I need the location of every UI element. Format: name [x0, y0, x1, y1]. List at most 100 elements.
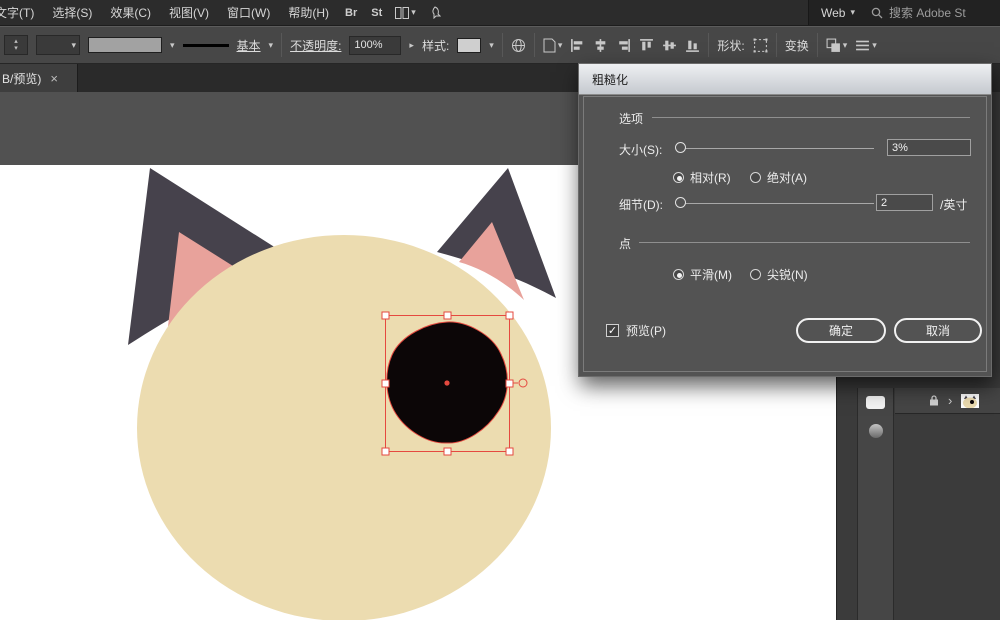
bounding-box-icon — [753, 38, 768, 53]
brush-definition-link[interactable]: 基本 — [237, 37, 261, 54]
stock-button[interactable]: St — [364, 7, 389, 19]
align-bottom-icon — [685, 38, 700, 53]
detail-slider-knob[interactable] — [675, 197, 686, 208]
size-slider-track[interactable] — [681, 148, 874, 149]
points-section-label: 点 — [619, 235, 631, 252]
dialog-body: 选项 大小(S): 相对(R) 绝对(A) 细节(D): /英寸 点 — [583, 96, 987, 372]
workspace-switcher[interactable]: Web ▾ — [821, 6, 855, 20]
stroke-color-swatch[interactable] — [88, 37, 162, 53]
ok-button[interactable]: 确定 — [796, 318, 886, 343]
fill-dropdown[interactable]: ▾ — [36, 35, 80, 55]
preview-checkbox[interactable]: ✓ 预览(P) — [606, 322, 666, 339]
absolute-radio[interactable]: 绝对(A) — [750, 169, 807, 186]
stock-search[interactable]: 搜索 Adobe St — [871, 4, 966, 21]
bridge-button[interactable]: Br — [338, 7, 364, 19]
relative-radio[interactable]: 相对(R) — [673, 169, 731, 186]
stroke-weight-preview[interactable] — [183, 44, 229, 47]
dialog-title: 粗糙化 — [592, 71, 628, 88]
menu-bar-right: Web ▾ 搜索 Adobe St — [808, 0, 1000, 25]
menu-view[interactable]: 视图(V) — [160, 4, 218, 21]
stepper-down-icon[interactable]: ▾ — [14, 45, 18, 52]
radio-icon[interactable] — [750, 269, 761, 280]
swatches-panel-icon[interactable] — [869, 424, 883, 438]
close-icon[interactable]: × — [50, 71, 58, 86]
divider — [776, 33, 777, 57]
selection-handle-e[interactable] — [506, 380, 513, 387]
align-center-icon — [593, 38, 608, 53]
align-left-button[interactable] — [570, 38, 585, 53]
shape-label: 形状: — [717, 37, 744, 54]
selection-handle-n[interactable] — [444, 312, 451, 319]
artboard-options-button[interactable]: ▾ — [543, 38, 563, 53]
control-bar: ▴ ▾ ▾ ▾ 基本 ▾ 不透明度: 100% ▸ 样式: ▾ — [0, 26, 1000, 64]
sharp-radio-label: 尖锐(N) — [767, 266, 808, 283]
radio-selected-icon[interactable] — [673, 172, 684, 183]
align-left-icon — [570, 38, 585, 53]
globe-icon — [511, 38, 526, 53]
align-middle-button[interactable] — [662, 38, 677, 53]
menu-select[interactable]: 选择(S) — [43, 4, 101, 21]
graphic-style-swatch[interactable] — [457, 38, 481, 53]
selection-handle-w[interactable] — [382, 380, 389, 387]
relative-radio-label: 相对(R) — [690, 169, 731, 186]
radio-icon[interactable] — [750, 172, 761, 183]
dialog-title-bar[interactable]: 粗糙化 — [579, 64, 991, 95]
transform-label[interactable]: 变换 — [785, 37, 809, 54]
divider — [708, 33, 709, 57]
document-tab-label: B/预览) — [2, 70, 41, 87]
caret-down-icon[interactable]: ▾ — [269, 40, 274, 51]
appearance-panel-icon[interactable] — [866, 396, 885, 409]
divider — [281, 33, 282, 57]
pathfinder-button[interactable]: ▾ — [826, 38, 848, 53]
radio-selected-icon[interactable] — [673, 269, 684, 280]
shape-options-button[interactable] — [753, 38, 768, 53]
arrange-documents-button[interactable]: ▾ — [389, 7, 422, 19]
gpu-performance-button[interactable] — [422, 6, 447, 19]
cancel-button[interactable]: 取消 — [894, 318, 982, 343]
selection-handle-ne[interactable] — [506, 312, 513, 319]
menu-help[interactable]: 帮助(H) — [279, 4, 338, 21]
selection-handle-sw[interactable] — [382, 448, 389, 455]
stepper-up-icon[interactable]: ▴ — [14, 38, 18, 45]
pathfinder-icon — [826, 38, 841, 53]
align-right-button[interactable] — [616, 38, 631, 53]
section-divider — [639, 242, 970, 243]
document-icon — [543, 38, 556, 53]
detail-label: 细节(D): — [619, 196, 663, 213]
opacity-label[interactable]: 不透明度: — [290, 37, 341, 54]
chevron-right-icon[interactable]: › — [948, 393, 952, 408]
menu-type[interactable]: 文字(T) — [0, 4, 43, 21]
selection-handle-nw[interactable] — [382, 312, 389, 319]
size-slider-knob[interactable] — [675, 142, 686, 153]
panel-options-button[interactable]: ▾ — [855, 39, 877, 52]
cat-face[interactable] — [137, 235, 551, 620]
selection-handle-se[interactable] — [506, 448, 513, 455]
sharp-radio[interactable]: 尖锐(N) — [750, 266, 808, 283]
align-top-button[interactable] — [639, 38, 654, 53]
align-bottom-button[interactable] — [685, 38, 700, 53]
checkbox-checked-icon[interactable]: ✓ — [606, 324, 619, 337]
spinner-right-icon[interactable]: ▸ — [409, 40, 414, 51]
value-stepper[interactable]: ▴ ▾ — [4, 35, 28, 55]
opacity-value[interactable]: 100% — [349, 36, 401, 55]
lock-icon[interactable] — [929, 394, 939, 407]
layer-thumbnail[interactable] — [961, 394, 979, 408]
roughen-dialog: 粗糙化 选项 大小(S): 相对(R) 绝对(A) 细节(D): /英寸 点 — [578, 63, 992, 377]
menu-window[interactable]: 窗口(W) — [218, 4, 279, 21]
selection-center-point[interactable] — [444, 380, 449, 385]
menu-effect[interactable]: 效果(C) — [101, 4, 160, 21]
gpu-performance-icon — [428, 6, 441, 19]
size-input[interactable] — [887, 139, 971, 156]
columns-icon — [395, 7, 409, 19]
detail-input[interactable] — [876, 194, 933, 211]
detail-slider-track[interactable] — [681, 203, 874, 204]
absolute-radio-label: 绝对(A) — [767, 169, 807, 186]
document-setup-button[interactable] — [511, 38, 526, 53]
document-tab[interactable]: B/预览) × — [0, 64, 78, 92]
caret-down-icon[interactable]: ▾ — [170, 40, 175, 51]
align-center-button[interactable] — [593, 38, 608, 53]
smooth-radio[interactable]: 平滑(M) — [673, 266, 732, 283]
caret-down-icon[interactable]: ▾ — [489, 40, 494, 51]
selection-handle-s[interactable] — [444, 448, 451, 455]
layer-row[interactable]: › — [895, 388, 1000, 414]
